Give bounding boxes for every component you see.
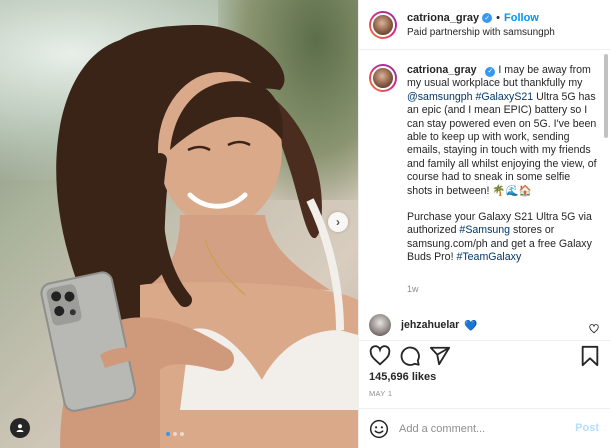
caption-paragraph-2: Purchase your Galaxy S21 Ultra 5G via au…: [407, 211, 597, 265]
post-image[interactable]: ›: [0, 0, 358, 448]
scrollbar[interactable]: [604, 54, 608, 138]
comment-icon[interactable]: [399, 345, 421, 367]
caption-emojis: 🌴🌊🏠: [492, 184, 532, 197]
emoji-icon[interactable]: [369, 419, 389, 439]
post-header: catriona_gray ✓ • Follow Paid partnershi…: [359, 0, 610, 50]
caption-text: catriona_gray ✓ I may be away from my us…: [407, 64, 597, 296]
verified-badge-icon: ✓: [485, 66, 496, 77]
avatar[interactable]: [369, 10, 397, 39]
chevron-right-icon: ›: [336, 215, 340, 229]
caption-section: catriona_gray ✓ I may be away from my us…: [359, 50, 605, 340]
mention-link[interactable]: @samsungph: [407, 91, 473, 103]
comment-avatar[interactable]: [369, 314, 391, 336]
carousel-dot: [166, 432, 170, 436]
post-actions: 145,696 likes MAY 1: [359, 340, 610, 400]
comment-item: jehzahuelar 💙: [369, 314, 601, 336]
comment-username[interactable]: jehzahuelar: [401, 319, 459, 331]
post-side-panel: catriona_gray ✓ • Follow Paid partnershi…: [358, 0, 610, 448]
caption-part2: Ultra 5G has an epic (and I mean EPIC) b…: [407, 90, 597, 197]
woman-with-phone-illustration: [40, 25, 358, 448]
carousel-dot: [173, 432, 177, 436]
header-username[interactable]: catriona_gray: [407, 12, 479, 24]
follow-button[interactable]: Follow: [504, 12, 539, 24]
post-comment-button[interactable]: Post: [575, 422, 599, 434]
comment-input[interactable]: [399, 422, 559, 435]
user-tag-icon: [16, 424, 24, 432]
next-image-button[interactable]: ›: [328, 212, 348, 232]
carousel-dot: [180, 432, 184, 436]
bookmark-icon[interactable]: [579, 345, 601, 367]
paid-partnership-label[interactable]: Paid partnership with samsungph: [407, 27, 555, 38]
share-icon[interactable]: [429, 345, 451, 367]
caption-avatar[interactable]: [369, 64, 397, 92]
comment-like-icon[interactable]: [589, 324, 599, 334]
separator-dot: •: [496, 11, 501, 24]
caption-username[interactable]: catriona_gray: [407, 64, 476, 76]
hashtag-link-samsung[interactable]: #Samsung: [459, 224, 510, 236]
comment-text: 💙: [464, 319, 478, 332]
hashtag-link-galaxys21[interactable]: #GalaxyS21: [475, 91, 533, 103]
post-date[interactable]: MAY 1: [369, 389, 392, 398]
user-tag-button[interactable]: [10, 418, 30, 438]
likes-count[interactable]: 145,696 likes: [369, 371, 436, 383]
hashtag-link-teamgalaxy[interactable]: #TeamGalaxy: [456, 251, 521, 263]
heart-icon[interactable]: [369, 345, 391, 367]
caption-age[interactable]: 1w: [407, 283, 597, 296]
verified-badge-icon: ✓: [482, 12, 493, 23]
add-comment-bar: Post: [359, 408, 610, 448]
carousel-indicator: [166, 432, 184, 436]
